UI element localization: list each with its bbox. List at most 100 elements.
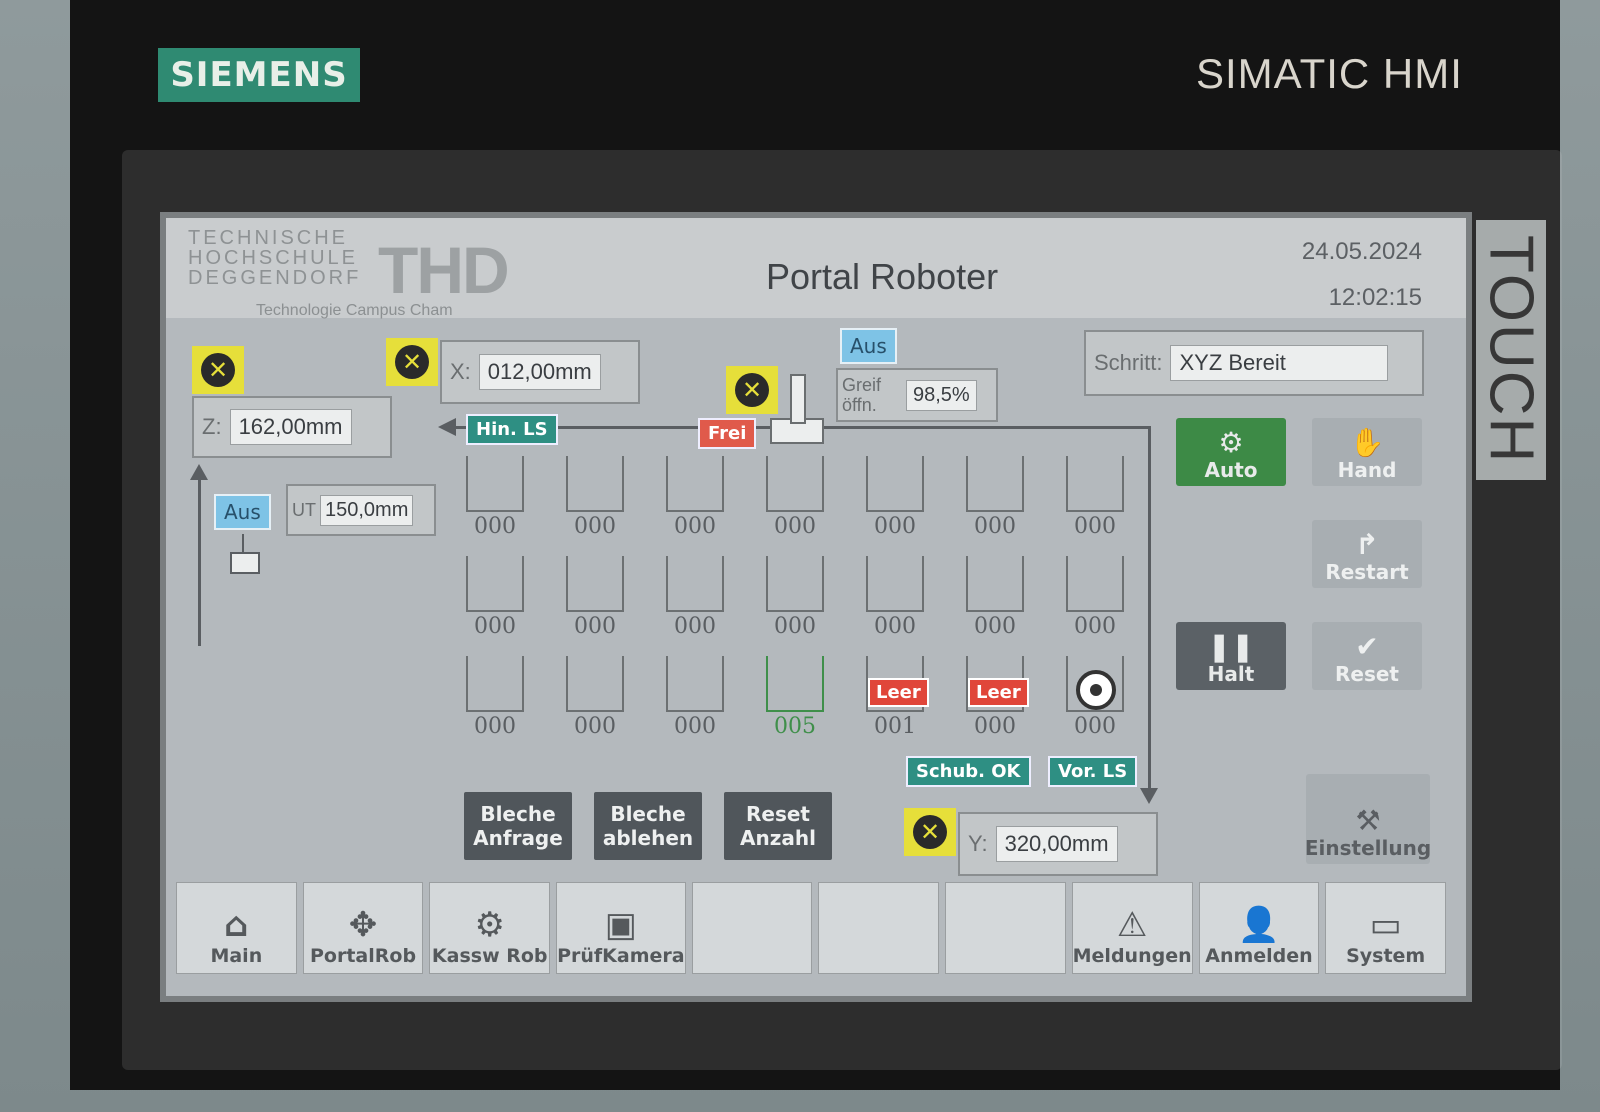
bin-count: 000 (1074, 514, 1116, 539)
nav-anmelden[interactable]: 👤 Anmelden (1198, 882, 1320, 974)
step-field: Schritt: XYZ Bereit (1084, 330, 1424, 396)
bin-count: 000 (774, 614, 816, 639)
nav-label: PrüfKamera (557, 945, 685, 967)
gripper-arm (790, 374, 806, 424)
logo-mark: THD (378, 233, 510, 307)
x-error-icon: ✕ (386, 338, 438, 386)
nav-system[interactable]: ▭ System (1325, 882, 1446, 974)
bin-slot (466, 556, 524, 612)
bin-slot (566, 456, 624, 512)
x-position-field: X: 012,00mm (440, 340, 640, 404)
bin-count: 000 (1074, 714, 1116, 739)
warning-icon: ⚠ (1116, 905, 1148, 945)
nav-label: Meldungen (1072, 945, 1192, 967)
nav-label: Anmelden (1205, 945, 1313, 967)
restart-button[interactable]: ↱ Restart (1312, 520, 1422, 588)
hand-icon: ✋ (1349, 426, 1385, 459)
restart-label: Restart (1325, 560, 1409, 584)
z-state-badge: Aus (214, 494, 271, 530)
bin-slot (466, 656, 524, 712)
date-display: 24.05.2024 (1301, 238, 1422, 265)
bin-slot (1066, 556, 1124, 612)
bin-slot (966, 456, 1024, 512)
bin-count: 000 (674, 514, 716, 539)
z-axis-line (198, 476, 201, 646)
step-value[interactable]: XYZ Bereit (1170, 345, 1389, 381)
leer-badge: Leer (868, 678, 929, 707)
halt-button[interactable]: ❚❚ Halt (1176, 622, 1286, 690)
button-line: Anfrage (473, 826, 563, 850)
reset-anzahl-button[interactable]: Reset Anzahl (724, 792, 832, 860)
bleche-ablehen-button[interactable]: Bleche ablehen (594, 792, 702, 860)
bin-count: 000 (674, 614, 716, 639)
z-value[interactable]: 162,00mm (229, 409, 352, 445)
gear-icon: ⚙ (1218, 426, 1244, 459)
pause-icon: ❚❚ (1207, 630, 1255, 663)
nav-empty-slot[interactable] (944, 882, 1066, 974)
nav-portalrob[interactable]: ✥ PortalRob (302, 882, 424, 974)
x-arrow-icon (438, 418, 456, 436)
move-icon: ✥ (348, 905, 378, 945)
auto-button[interactable]: ⚙ Auto (1176, 418, 1286, 486)
bin-slot (766, 456, 824, 512)
robot-arm-icon: ⚙ (474, 905, 505, 945)
nav-kassw-rob[interactable]: ⚙ Kassw Rob (429, 882, 551, 974)
gripper-value[interactable]: 98,5% (906, 379, 977, 411)
nav-empty-slot[interactable] (691, 882, 813, 974)
bin-count: 000 (674, 714, 716, 739)
bin-count: 000 (874, 614, 916, 639)
nav-label: System (1346, 945, 1426, 967)
hin-ls-tag: Hin. LS (466, 414, 558, 445)
nav-label: Kassw Rob (431, 945, 548, 967)
einstellung-button[interactable]: ⚒ Einstellung (1305, 774, 1431, 864)
ut-value[interactable]: 150,0mm (320, 494, 414, 526)
button-line: Reset (745, 802, 810, 826)
z-arrow-icon (190, 464, 208, 480)
nav-main[interactable]: ⌂ Main (176, 882, 297, 974)
nav-meldungen[interactable]: ⚠ Meldungen (1071, 882, 1193, 974)
bin-count: 000 (1074, 614, 1116, 639)
bleche-anfrage-button[interactable]: Bleche Anfrage (464, 792, 572, 860)
user-icon: 👤 (1237, 905, 1281, 945)
button-line: Anzahl (740, 826, 816, 850)
button-line: Bleche (480, 802, 556, 826)
y-position-field: Y: 320,00mm (958, 812, 1158, 876)
reset-button[interactable]: ✔ Reset (1312, 622, 1422, 690)
bin-slot (966, 556, 1024, 612)
auto-label: Auto (1204, 458, 1258, 482)
gripper-state-badge: Aus (840, 328, 897, 364)
bin-slot (666, 656, 724, 712)
leer-badge: Leer (968, 678, 1029, 707)
nav-prüfkamera[interactable]: ▣ PrüfKamera (556, 882, 686, 974)
vor-ls-tag: Vor. LS (1048, 756, 1138, 787)
bin-slot (766, 556, 824, 612)
z-gripper-icon (230, 552, 260, 574)
bin-slot (666, 456, 724, 512)
bin-slot (866, 456, 924, 512)
bin-count: 000 (574, 714, 616, 739)
bin-count: 000 (574, 514, 616, 539)
step-label: Schritt: (1094, 350, 1163, 375)
bin-slot (466, 456, 524, 512)
bin-slot (566, 656, 624, 712)
hand-button[interactable]: ✋ Hand (1312, 418, 1422, 486)
system-icon: ▭ (1369, 905, 1402, 945)
logo-subtitle: Technologie Campus Cham (256, 302, 453, 319)
y-value[interactable]: 320,00mm (995, 826, 1118, 862)
y-arrow-icon (1140, 788, 1158, 804)
bin-count: 000 (474, 714, 516, 739)
y-error-icon: ✕ (904, 808, 956, 856)
button-line: ablehen (602, 826, 694, 850)
nav-empty-slot[interactable] (818, 882, 939, 974)
x-value[interactable]: 012,00mm (478, 354, 601, 390)
ut-field: UT 150,0mm (286, 484, 436, 536)
bin-count: 000 (974, 614, 1016, 639)
bin-slot (666, 556, 724, 612)
bin-count: 000 (974, 514, 1016, 539)
y-rail (1148, 426, 1151, 792)
bin-count: 005 (774, 714, 816, 739)
bin-slot (866, 556, 924, 612)
simatic-hmi-label: SIMATIC HMI (1196, 50, 1463, 97)
restart-icon: ↱ (1355, 528, 1379, 561)
nav-label: Main (210, 945, 263, 967)
